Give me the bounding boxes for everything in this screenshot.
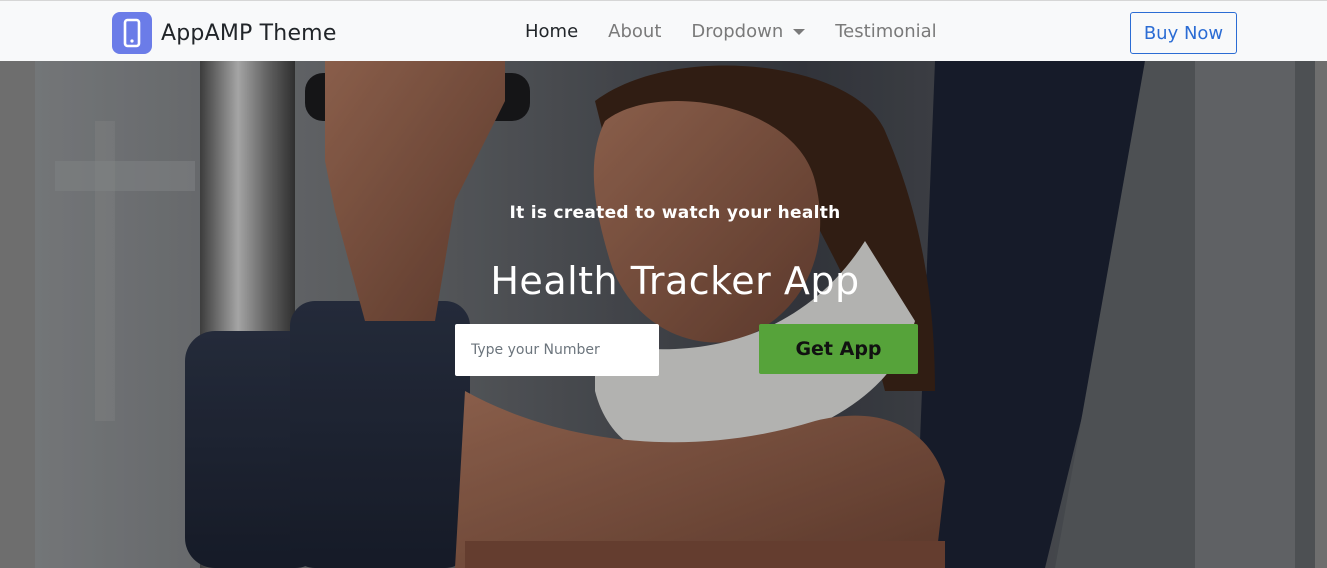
nav-item-dropdown[interactable]: Dropdown	[691, 21, 806, 42]
brand-link[interactable]: AppAMP Theme	[112, 12, 337, 54]
nav-item-label: Testimonial	[835, 21, 937, 42]
navbar: AppAMP Theme Home About Dropdown Testimo…	[0, 0, 1327, 61]
page-background-right	[1315, 61, 1327, 568]
nav-item-testimonial[interactable]: Testimonial	[835, 21, 936, 42]
caret-down-icon	[793, 28, 806, 35]
mobile-phone-icon	[112, 12, 152, 54]
page-background-left	[0, 61, 35, 568]
phone-number-input[interactable]	[455, 324, 659, 376]
hero-overlay	[35, 61, 1315, 568]
nav-item-home[interactable]: Home	[525, 21, 578, 42]
hero-section: It is created to watch your health Healt…	[35, 61, 1315, 568]
hero-subtitle: It is created to watch your health	[509, 203, 841, 223]
buy-now-button[interactable]: Buy Now	[1130, 12, 1237, 54]
hero-title: Health Tracker App	[490, 259, 860, 303]
nav-item-label: Home	[525, 21, 579, 42]
nav-item-about[interactable]: About	[608, 21, 661, 42]
nav-menu: Home About Dropdown Testimonial	[525, 1, 967, 62]
brand-name: AppAMP Theme	[161, 20, 337, 46]
get-app-button[interactable]: Get App	[759, 324, 918, 374]
nav-item-label: Dropdown	[691, 21, 784, 42]
nav-item-label: About	[608, 21, 662, 42]
